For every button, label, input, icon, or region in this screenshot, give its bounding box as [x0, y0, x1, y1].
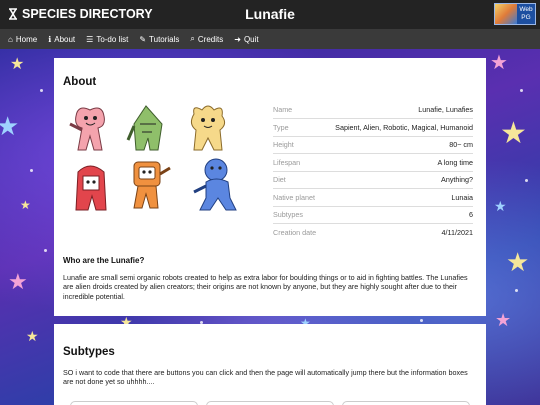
info-icon: ℹ [48, 34, 52, 44]
star-icon: ★ [26, 328, 39, 344]
arrow-circle-icon: ➜ [234, 34, 241, 44]
info-row: Height 80~ cm [273, 136, 473, 154]
home-icon: ⌂ [8, 34, 13, 44]
nav-item-credits[interactable]: ⌕ Credits [190, 34, 223, 44]
info-value: Lunafie, Lunafies [321, 101, 473, 119]
star-icon: ★ [8, 269, 28, 294]
who-description: Lunafie are small semi organic robots cr… [63, 273, 468, 301]
rating-badge-label: Web PG [519, 6, 533, 21]
info-value: Lunaia [321, 188, 473, 207]
star-icon: ★ [490, 52, 508, 74]
species-info-table: Name Lunafie, Lunafies Type Sapient, Ali… [273, 101, 473, 241]
info-key: Subtypes [273, 206, 321, 224]
star-icon: ★ [20, 198, 31, 212]
rating-badge[interactable]: Web PG [494, 3, 536, 25]
nav-label: About [54, 34, 76, 44]
list-icon: ☰ [86, 34, 94, 44]
lunafie-green-icon [126, 105, 163, 151]
nav-label: To-do list [96, 34, 129, 44]
info-row: Native planet Lunaia [273, 188, 473, 207]
nav-label: Quit [243, 34, 259, 44]
lunafie-orange-icon [133, 161, 171, 209]
lunafie-artwork [69, 105, 237, 211]
subtype-box[interactable] [70, 401, 198, 405]
star-icon: ★ [495, 310, 512, 330]
subtypes-card: Subtypes SO i want to code that there ar… [54, 324, 486, 405]
info-key: Creation date [273, 228, 317, 237]
info-value: Anything? [321, 171, 473, 189]
about-card: About Name Lunafie, Lunafies Type Sapien… [54, 58, 486, 316]
nav-item-todo[interactable]: ☰ To-do list [86, 35, 128, 44]
star-icon: ★ [506, 247, 530, 277]
nav-item-tutorials[interactable]: ✎ Tutorials [139, 35, 179, 44]
nav-label: Tutorials [149, 34, 180, 44]
lunafie-yellow-icon [190, 105, 226, 151]
wand-icon: ✎ [139, 34, 147, 44]
subtypes-description: SO i want to code that there are buttons… [63, 368, 468, 387]
star-icon: ★ [10, 56, 25, 73]
nav-item-about[interactable]: ℹ About [48, 35, 75, 44]
who-heading: Who are the Lunafie? [63, 256, 145, 265]
info-key: Diet [273, 171, 321, 189]
subtypes-heading: Subtypes [63, 346, 115, 358]
info-row: Subtypes 6 [273, 206, 473, 224]
info-key: Lifespan [273, 153, 321, 172]
info-row: Lifespan A long time [273, 153, 473, 172]
info-row: Diet Anything? [273, 171, 473, 189]
badge-art-icon [495, 4, 517, 24]
search-icon: ⌕ [190, 34, 195, 43]
info-value: 6 [321, 206, 473, 224]
nav-label: Credits [197, 34, 224, 44]
top-bar: SPECIES DIRECTORY Lunafie Web PG [0, 0, 540, 29]
info-key: Type [273, 118, 321, 137]
info-row: Creation date 4/11/2021 [273, 224, 473, 242]
info-value: A long time [321, 153, 473, 172]
nav-bar: ⌂ Home ℹ About ☰ To-do list ✎ Tutorials … [0, 29, 540, 49]
about-heading: About [63, 76, 97, 88]
subtype-box[interactable] [206, 401, 334, 405]
info-value: 4/11/2021 [441, 228, 473, 237]
subtype-box[interactable] [342, 401, 470, 405]
page-title: Lunafie [245, 6, 295, 22]
info-key: Native planet [273, 188, 321, 207]
star-icon: ★ [494, 198, 507, 214]
info-value: Sapient, Alien, Robotic, Magical, Humano… [321, 118, 473, 137]
info-key: Name [273, 101, 321, 119]
info-key: Height [273, 136, 321, 154]
nav-item-quit[interactable]: ➜ Quit [234, 35, 258, 44]
info-row: Type Sapient, Alien, Robotic, Magical, H… [273, 118, 473, 137]
star-icon: ★ [0, 111, 20, 141]
info-row: Name Lunafie, Lunafies [273, 101, 473, 119]
lunafie-blue-icon [193, 158, 237, 211]
info-value: 80~ cm [321, 136, 473, 154]
nav-item-home[interactable]: ⌂ Home [8, 35, 37, 44]
nav-label: Home [15, 34, 38, 44]
lunafie-red-icon [75, 165, 107, 211]
star-icon: ★ [500, 117, 527, 150]
lunafie-pink-icon [69, 107, 105, 151]
